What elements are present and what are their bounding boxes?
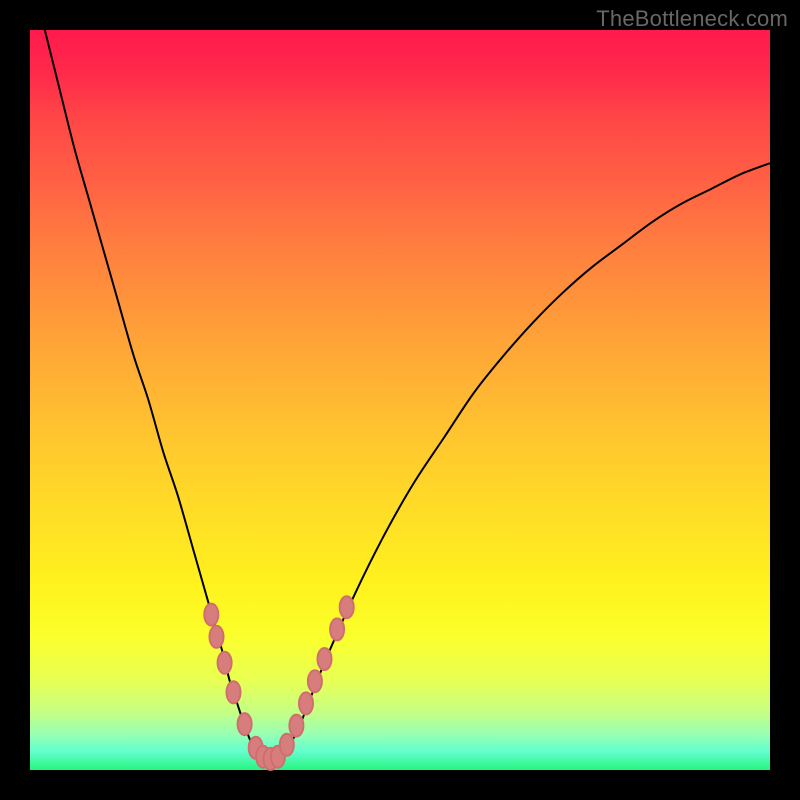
marker-point [218, 652, 232, 674]
chart-frame: TheBottleneck.com [0, 0, 800, 800]
marker-point [340, 596, 354, 618]
chart-overlay [30, 30, 770, 770]
marker-point [280, 734, 294, 756]
marker-point [308, 670, 322, 692]
curve-markers [204, 596, 353, 770]
marker-point [318, 648, 332, 670]
marker-point [289, 715, 303, 737]
marker-point [299, 692, 313, 714]
marker-point [210, 626, 224, 648]
marker-point [330, 618, 344, 640]
brand-watermark: TheBottleneck.com [596, 6, 788, 32]
marker-point [204, 604, 218, 626]
marker-point [227, 681, 241, 703]
marker-point [238, 713, 252, 735]
bottleneck-curve [45, 30, 770, 764]
